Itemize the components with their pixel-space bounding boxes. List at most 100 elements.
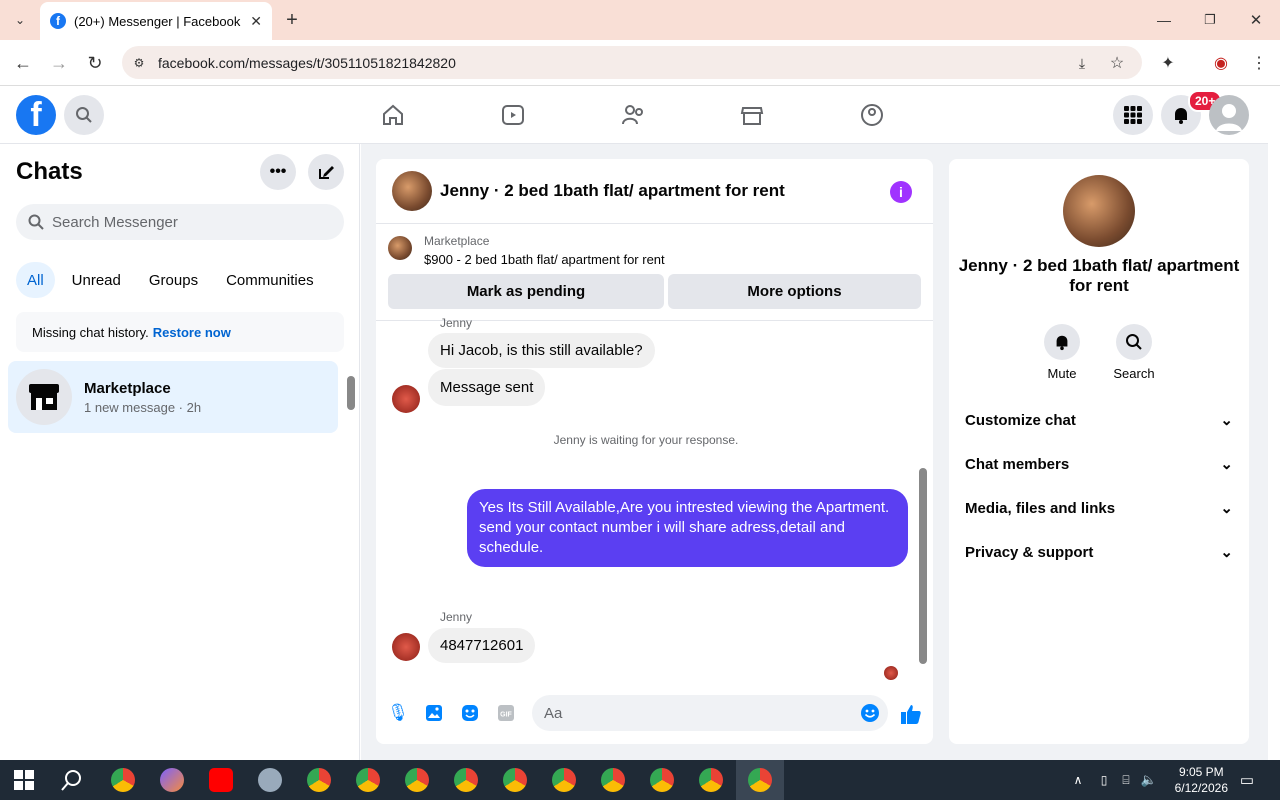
microphone-icon[interactable]: 🎙 (387, 703, 409, 723)
battery-icon[interactable]: ▯ (1094, 770, 1114, 790)
customize-chat-section[interactable]: Customize chat ⌄ (965, 398, 1233, 442)
message-bubble[interactable]: Message sent (428, 369, 546, 406)
bell-icon (1175, 108, 1187, 124)
tab-search-icon[interactable]: ⌄ (10, 10, 30, 30)
emoji-icon[interactable] (860, 703, 880, 723)
chevron-down-icon: ⌄ (1220, 544, 1233, 561)
search-messenger-input[interactable]: Search Messenger (16, 204, 344, 240)
close-tab-icon[interactable]: ✕ (250, 13, 262, 30)
browser-tab-strip: ⌄ f (20+) Messenger | Facebook ✕ + — ❐ ✕ (0, 0, 1280, 40)
chrome-taskbar-icon[interactable] (699, 768, 723, 792)
mute-button[interactable]: Mute (1032, 324, 1092, 381)
chrome-taskbar-icon[interactable] (111, 768, 135, 792)
contact-avatar[interactable] (392, 171, 432, 211)
message-scrollbar[interactable] (919, 468, 927, 664)
fb-search-button[interactable] (64, 95, 104, 135)
restore-icon[interactable]: ❐ (1200, 10, 1220, 30)
message-bubble[interactable]: 4847712601 (428, 628, 536, 663)
privacy-support-section[interactable]: Privacy & support ⌄ (965, 530, 1233, 574)
facebook-header: f 20+ (0, 86, 1268, 144)
message-input[interactable]: Aa (532, 695, 888, 731)
conversation-title[interactable]: Jenny · 2 bed 1bath flat/ apartment for … (440, 181, 785, 201)
chrome-taskbar-icon[interactable] (356, 768, 380, 792)
chrome-taskbar-icon[interactable] (454, 768, 478, 792)
marketplace-icon[interactable] (736, 99, 768, 131)
network-icon[interactable]: ⌸ (1116, 770, 1136, 790)
gif-icon[interactable]: GIF (496, 703, 516, 723)
more-options-button[interactable]: More options (668, 274, 921, 309)
compose-icon (319, 166, 334, 179)
taskbar-clock[interactable]: 9:05 PM 6/12/2026 (1175, 764, 1228, 796)
thumbs-up-icon[interactable] (899, 702, 923, 726)
bookmark-star-icon[interactable]: ☆ (1107, 53, 1127, 73)
account-avatar[interactable] (1209, 95, 1249, 135)
chrome-taskbar-icon[interactable] (601, 768, 625, 792)
search-in-conversation-button[interactable]: Search (1104, 324, 1164, 381)
chrome-taskbar-icon[interactable] (650, 768, 674, 792)
filter-groups[interactable]: Groups (138, 262, 209, 298)
reload-icon[interactable]: ↻ (84, 52, 106, 74)
url-text: facebook.com/messages/t/3051105182184282… (158, 54, 456, 71)
avatar-icon (1216, 104, 1242, 131)
restore-now-link[interactable]: Restore now (153, 325, 231, 340)
chrome-menu-icon[interactable]: ⋮ (1248, 52, 1270, 74)
chrome-taskbar-icon[interactable] (503, 768, 527, 792)
copilot-taskbar-icon[interactable] (160, 768, 184, 792)
youtube-taskbar-icon[interactable] (209, 768, 233, 792)
back-icon[interactable]: ← (12, 52, 34, 74)
filter-communities[interactable]: Communities (215, 262, 325, 298)
info-name: Jenny · 2 bed 1bath flat/ apartment for … (958, 256, 1240, 295)
windows-start-icon[interactable] (12, 768, 36, 792)
taskbar-search-icon[interactable] (60, 768, 84, 792)
new-tab-icon[interactable]: + (282, 9, 302, 31)
search-icon (28, 214, 44, 230)
message-bubble[interactable]: Hi Jacob, is this still available? (428, 333, 655, 368)
install-app-icon[interactable]: ⤓ (1072, 53, 1092, 73)
app-taskbar-icon[interactable] (258, 768, 282, 792)
volume-icon[interactable]: 🔈 (1139, 770, 1159, 790)
sender-avatar[interactable] (392, 385, 420, 413)
search-icon (1126, 334, 1142, 350)
more-icon: ••• (269, 163, 287, 180)
forward-icon[interactable]: → (48, 52, 70, 74)
extensions-icon[interactable]: ✦ (1157, 52, 1179, 74)
chat-options-button[interactable]: ••• (260, 154, 296, 190)
mark-as-pending-button[interactable]: Mark as pending (388, 274, 664, 309)
chrome-taskbar-icon[interactable] (405, 768, 429, 792)
new-message-button[interactable] (308, 154, 344, 190)
photo-icon[interactable] (424, 703, 444, 723)
info-icon[interactable]: i (890, 181, 912, 203)
tray-chevron-icon[interactable]: ∧ (1068, 770, 1088, 790)
listing-thumbnail[interactable] (388, 236, 412, 260)
notification-center-icon[interactable]: ▭ (1236, 769, 1258, 791)
filter-unread[interactable]: Unread (61, 262, 132, 298)
sender-avatar[interactable] (392, 633, 420, 661)
browser-tab[interactable]: f (20+) Messenger | Facebook ✕ (40, 2, 272, 40)
sticker-icon[interactable] (460, 703, 480, 723)
address-bar[interactable]: ⚙ facebook.com/messages/t/30511051821842… (122, 46, 1142, 79)
home-icon[interactable] (377, 99, 409, 131)
video-icon[interactable] (497, 99, 529, 131)
groups-icon[interactable] (856, 99, 888, 131)
chat-subtitle: 1 new message · 2h (84, 399, 202, 415)
media-files-links-section[interactable]: Media, files and links ⌄ (965, 486, 1233, 530)
chevron-down-icon: ⌄ (1220, 412, 1233, 429)
message-list: Jenny Hi Jacob, is this still available?… (376, 316, 933, 682)
chat-members-section[interactable]: Chat members ⌄ (965, 442, 1233, 486)
sent-message-bubble[interactable]: Yes Its Still Available,Are you intreste… (467, 489, 908, 567)
site-info-icon[interactable]: ⚙ (130, 54, 148, 72)
chrome-taskbar-icon-active[interactable] (748, 768, 772, 792)
sidebar-scrollbar[interactable] (347, 376, 355, 410)
close-window-icon[interactable]: ✕ (1246, 10, 1266, 30)
chrome-taskbar-icon[interactable] (552, 768, 576, 792)
chat-list-item[interactable]: Marketplace 1 new message · 2h (8, 361, 338, 433)
facebook-logo-icon[interactable]: f (16, 95, 56, 135)
profile-icon[interactable]: ◉ (1210, 52, 1232, 74)
filter-all[interactable]: All (16, 262, 55, 298)
info-avatar[interactable] (1063, 175, 1135, 247)
menu-grid-button[interactable] (1113, 95, 1153, 135)
listing-text[interactable]: $900 - 2 bed 1bath flat/ apartment for r… (424, 252, 665, 267)
minimize-icon[interactable]: — (1154, 10, 1174, 30)
chrome-taskbar-icon[interactable] (307, 768, 331, 792)
friends-icon[interactable] (617, 99, 649, 131)
